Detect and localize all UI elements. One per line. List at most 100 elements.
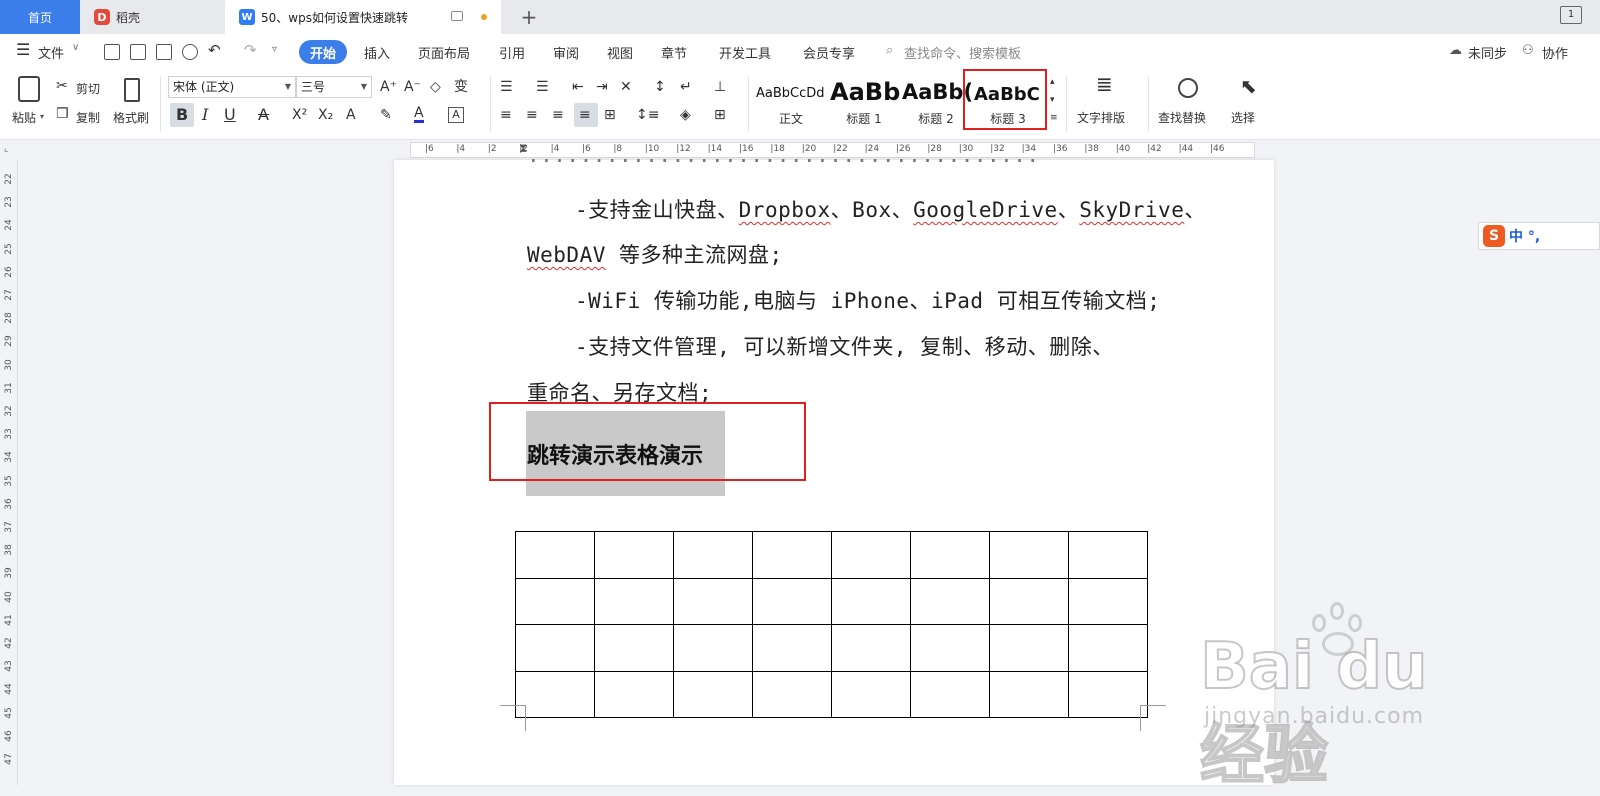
find-replace-button[interactable]: 查找替换 (1158, 109, 1206, 126)
table-cell[interactable] (515, 531, 595, 579)
hamburger-icon[interactable]: ☰ (16, 40, 30, 59)
tab-daoke[interactable]: D 稻壳 (80, 0, 225, 34)
table-cell[interactable] (673, 670, 753, 718)
table-cell[interactable] (831, 531, 911, 579)
table-cell[interactable] (989, 624, 1069, 672)
increase-indent-icon[interactable]: ⇥ (596, 79, 608, 95)
file-menu[interactable]: 文件 (38, 43, 64, 62)
window-count-icon[interactable]: 1 (1560, 6, 1582, 24)
table-cell[interactable] (752, 624, 832, 672)
table-cell[interactable] (831, 670, 911, 718)
tab-stops-icon[interactable]: ⊥ (714, 79, 726, 95)
indent-marker-icon[interactable]: ⧗ (519, 141, 527, 156)
table-cell[interactable] (594, 577, 674, 625)
export-icon[interactable] (130, 44, 146, 60)
print-preview-icon[interactable] (182, 44, 198, 60)
screen-icon[interactable] (451, 11, 463, 21)
menu-chapter[interactable]: 章节 (661, 43, 687, 62)
menu-insert[interactable]: 插入 (364, 43, 390, 62)
strikethrough-icon[interactable]: A (258, 107, 269, 123)
bold-icon[interactable]: B (176, 107, 188, 123)
print-icon[interactable] (156, 44, 172, 60)
tab-home[interactable]: 首页 (0, 0, 80, 34)
align-left-icon[interactable]: ≡ (500, 107, 512, 123)
table-cell[interactable] (752, 670, 832, 718)
tab-document[interactable]: W 50、wps如何设置快速跳转 (225, 0, 501, 34)
bullet-list-icon[interactable]: ☰ (500, 79, 513, 95)
paste-icon[interactable] (18, 76, 40, 102)
ime-mode[interactable]: 中 °, (1509, 226, 1540, 246)
new-tab-button[interactable]: + (512, 0, 546, 34)
table-cell[interactable] (594, 670, 674, 718)
line-spacing-icon[interactable]: ↕≡ (636, 107, 659, 123)
menu-layout[interactable]: 页面布局 (418, 43, 470, 62)
phonetic-icon[interactable]: 变 (454, 79, 468, 95)
ime-toolbar[interactable]: S 中 °, (1478, 222, 1600, 250)
paste-dropdown-icon[interactable]: ▾ (40, 112, 44, 121)
table-cell[interactable] (910, 577, 990, 625)
table-cell[interactable] (515, 624, 595, 672)
text-layout-button[interactable]: 文字排版 (1077, 109, 1125, 126)
subscript-icon[interactable]: X₂ (318, 107, 333, 123)
font-color-icon[interactable]: A (414, 106, 424, 123)
format-painter-button[interactable]: 格式刷 (113, 109, 149, 126)
copy-button[interactable]: 复制 (76, 109, 100, 126)
font-name-select[interactable]: 宋体 (正文) ▼ (168, 76, 296, 98)
cut-button[interactable]: 剪切 (76, 80, 100, 97)
align-center-icon[interactable]: ≡ (526, 107, 538, 123)
menu-start[interactable]: 开始 (299, 40, 347, 64)
table-cell[interactable] (831, 624, 911, 672)
table-cell[interactable] (910, 531, 990, 579)
justify-icon[interactable]: ≡ (579, 107, 591, 123)
table-cell[interactable] (1068, 670, 1148, 718)
highlight-icon[interactable]: ✎ (380, 107, 392, 123)
table-cell[interactable] (594, 531, 674, 579)
char-border-icon[interactable]: A (448, 107, 464, 123)
undo-icon[interactable]: ↶ (208, 41, 221, 59)
sync-status[interactable]: 未同步 (1468, 43, 1507, 62)
text-effect-icon[interactable]: A (346, 107, 356, 123)
align-right-icon[interactable]: ≡ (552, 107, 564, 123)
decrease-indent-icon[interactable]: ⇤ (572, 79, 584, 95)
table-cell[interactable] (515, 670, 595, 718)
superscript-icon[interactable]: X² (292, 107, 307, 123)
table-cell[interactable] (752, 531, 832, 579)
style-heading1[interactable]: AaBb 标题 1 (828, 74, 900, 132)
horizontal-ruler[interactable]: |6 |4 |2 |2 |4 |6 |8 |10 |12 |14 |16 |18 |20 |22 |24 |2… (410, 141, 1255, 158)
menu-review[interactable]: 审阅 (553, 43, 579, 62)
vertical-ruler[interactable]: 22 23 24 25 26 27 28 29 30 31 32 33 34 35 36 37 38 39 40 41… (0, 160, 18, 785)
menu-reference[interactable]: 引用 (499, 43, 525, 62)
table-cell[interactable] (989, 670, 1069, 718)
style-heading2[interactable]: AaBb( 标题 2 (900, 74, 972, 132)
italic-icon[interactable]: I (202, 107, 208, 123)
table-cell[interactable] (831, 577, 911, 625)
styles-expand-icon[interactable]: ≡ (1050, 110, 1058, 126)
collab-button[interactable]: 协作 (1542, 43, 1568, 62)
format-painter-icon[interactable] (124, 78, 140, 102)
save-icon[interactable] (104, 44, 120, 60)
table-cell[interactable] (594, 624, 674, 672)
styles-scroll-up-icon[interactable]: ▴ (1050, 74, 1055, 90)
menu-member[interactable]: 会员专享 (803, 43, 855, 62)
table-cell[interactable] (673, 531, 753, 579)
grow-font-icon[interactable]: A⁺ (380, 79, 397, 95)
distribute-icon[interactable]: ⊞ (604, 107, 616, 123)
table-cell[interactable] (673, 577, 753, 625)
table-cell[interactable] (910, 670, 990, 718)
numbered-list-icon[interactable]: ☰ (536, 79, 549, 95)
tab-selector-icon[interactable]: ⌞ (4, 144, 8, 154)
underline-icon[interactable]: U (224, 107, 236, 123)
font-size-select[interactable]: 三号 ▼ (296, 76, 372, 98)
shading-icon[interactable]: ◈ (680, 107, 691, 123)
table-cell[interactable] (989, 531, 1069, 579)
paste-button[interactable]: 粘贴 (12, 109, 36, 126)
table-cell[interactable] (515, 577, 595, 625)
table-cell[interactable] (1068, 531, 1148, 579)
table-cell[interactable] (989, 577, 1069, 625)
table-cell[interactable] (673, 624, 753, 672)
select-button[interactable]: 选择 (1231, 109, 1255, 126)
style-normal[interactable]: AaBbCcDd 正文 (754, 74, 828, 132)
command-search-input[interactable]: 查找命令、搜索模板 (904, 43, 1021, 62)
sort-icon[interactable]: ↕ (654, 79, 666, 95)
clear-format-icon[interactable]: ◇ (430, 79, 441, 95)
